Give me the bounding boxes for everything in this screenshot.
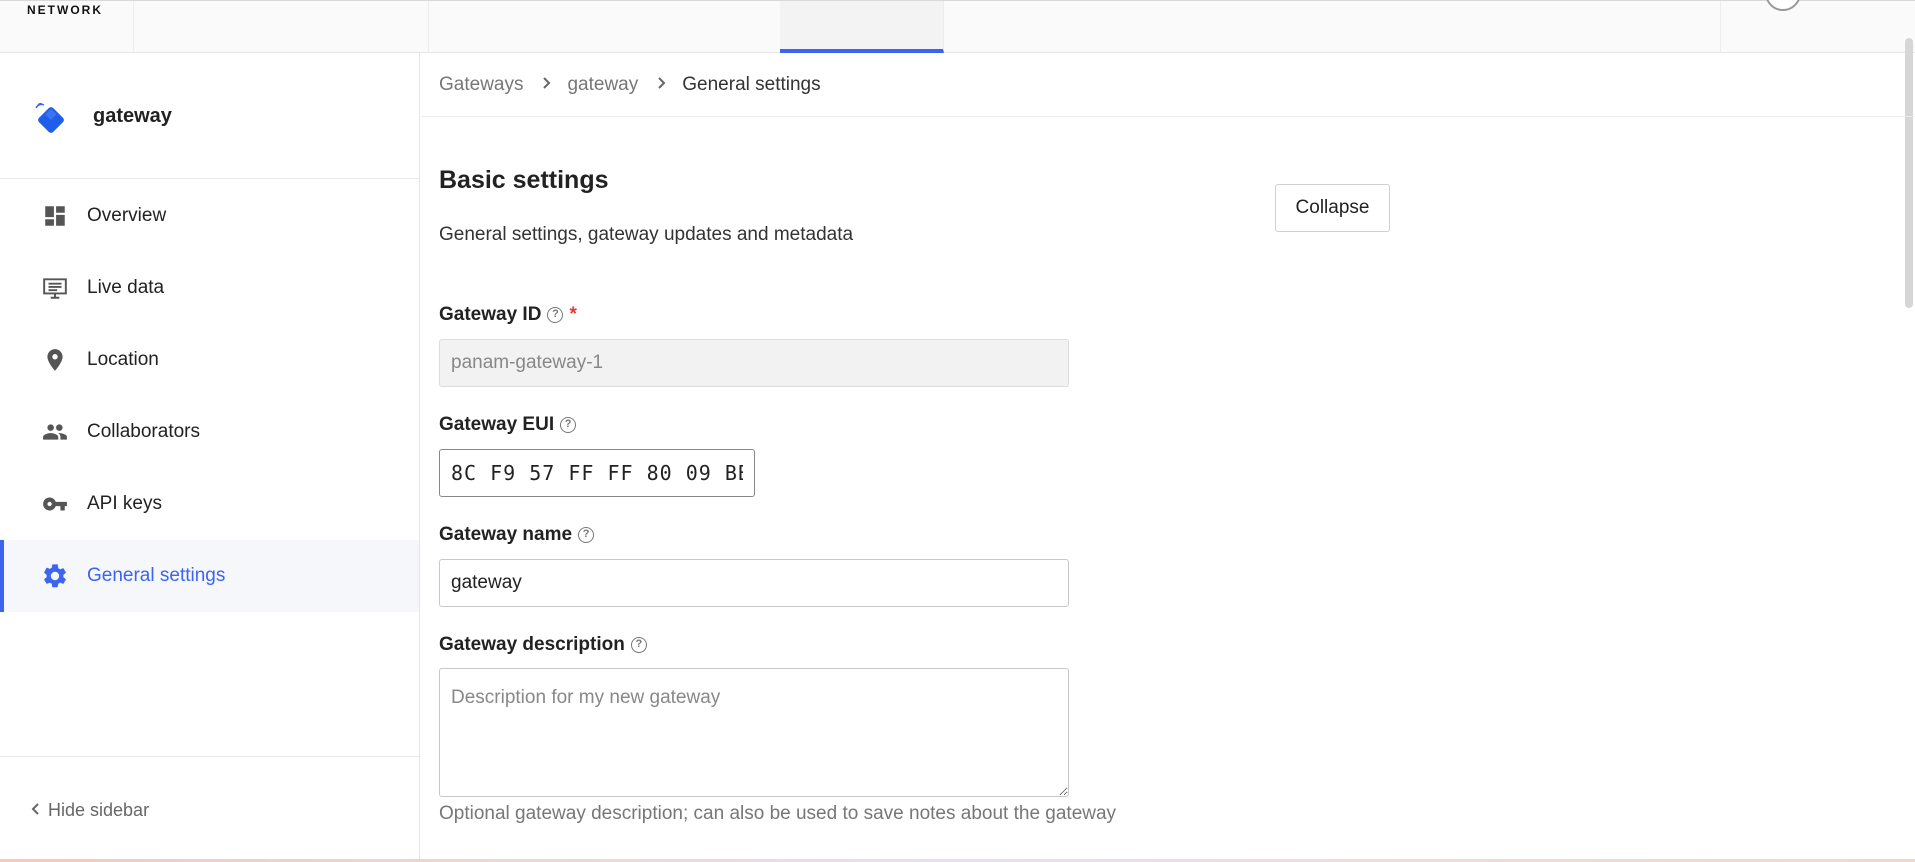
sidebar: gateway Overview Live data Location Coll… bbox=[0, 53, 420, 862]
breadcrumb-item-gateways[interactable]: Gateways bbox=[439, 74, 523, 96]
section-title: Basic settings bbox=[439, 166, 609, 194]
description-hint: Optional gateway description; can also b… bbox=[439, 803, 1117, 824]
chevron-right-icon bbox=[657, 76, 666, 94]
nav-slot-1[interactable] bbox=[134, 1, 429, 53]
avatar[interactable] bbox=[1765, 0, 1801, 11]
monitor-icon bbox=[41, 274, 69, 302]
sidebar-item-general-settings[interactable]: General settings bbox=[0, 540, 419, 612]
sidebar-item-collaborators[interactable]: Collaborators bbox=[0, 396, 419, 468]
nav-tab-active[interactable] bbox=[780, 1, 944, 53]
entity-title: gateway bbox=[93, 105, 172, 127]
entity-header: gateway bbox=[0, 53, 419, 179]
field-label-text: Gateway EUI bbox=[439, 414, 555, 435]
sidebar-item-api-keys[interactable]: API keys bbox=[0, 468, 419, 540]
sidebar-item-label: API keys bbox=[87, 493, 162, 514]
gateway-description-textarea[interactable] bbox=[439, 668, 1069, 797]
sidebar-item-label: Location bbox=[87, 349, 159, 370]
gateway-description-label: Gateway description ? bbox=[439, 634, 647, 656]
field-label-text: Gateway name bbox=[439, 524, 573, 545]
gateway-eui-label: Gateway EUI ? bbox=[439, 414, 577, 436]
logo-area[interactable] bbox=[0, 1, 134, 53]
required-marker: * bbox=[569, 304, 577, 325]
hide-sidebar-label: Hide sidebar bbox=[48, 800, 150, 820]
help-icon[interactable]: ? bbox=[547, 307, 564, 323]
header-divider bbox=[1720, 1, 1721, 53]
sidebar-footer: Hide sidebar bbox=[0, 756, 419, 862]
help-icon[interactable]: ? bbox=[560, 417, 577, 433]
people-icon bbox=[41, 418, 69, 446]
gear-icon bbox=[41, 562, 69, 590]
sidebar-item-overview[interactable]: Overview bbox=[0, 180, 419, 252]
gateway-id-input bbox=[439, 339, 1069, 387]
sidebar-item-label: General settings bbox=[87, 565, 226, 586]
breadcrumb: Gateways gateway General settings bbox=[421, 53, 1915, 117]
gateway-eui-input[interactable] bbox=[439, 449, 755, 497]
breadcrumb-item-gateway[interactable]: gateway bbox=[567, 74, 638, 96]
chevron-left-icon bbox=[30, 800, 40, 821]
sidebar-item-label: Live data bbox=[87, 277, 165, 298]
hide-sidebar-button[interactable]: Hide sidebar bbox=[30, 800, 149, 821]
sidebar-item-live-data[interactable]: Live data bbox=[0, 252, 419, 324]
key-icon bbox=[41, 490, 69, 518]
dashboard-icon bbox=[41, 202, 69, 230]
gateway-id-label: Gateway ID ? * bbox=[439, 304, 577, 326]
sidebar-item-label: Collaborators bbox=[87, 421, 200, 442]
chevron-right-icon bbox=[542, 76, 551, 94]
field-label-text: Gateway description bbox=[439, 634, 625, 655]
section-description: General settings, gateway updates and me… bbox=[439, 224, 854, 245]
sidebar-item-label: Overview bbox=[87, 205, 167, 226]
sidebar-item-location[interactable]: Location bbox=[0, 324, 419, 396]
location-pin-icon bbox=[41, 346, 69, 374]
breadcrumb-item-current: General settings bbox=[682, 73, 821, 95]
help-icon[interactable]: ? bbox=[578, 527, 595, 543]
field-label-text: Gateway ID bbox=[439, 304, 542, 325]
top-navigation-bar: NETWORK bbox=[0, 0, 1915, 53]
help-icon[interactable]: ? bbox=[630, 637, 647, 653]
gateway-name-label: Gateway name ? bbox=[439, 524, 595, 546]
collapse-button[interactable]: Collapse bbox=[1275, 184, 1390, 232]
gateway-diamond-icon bbox=[35, 102, 64, 133]
gateway-name-input[interactable] bbox=[439, 559, 1069, 607]
